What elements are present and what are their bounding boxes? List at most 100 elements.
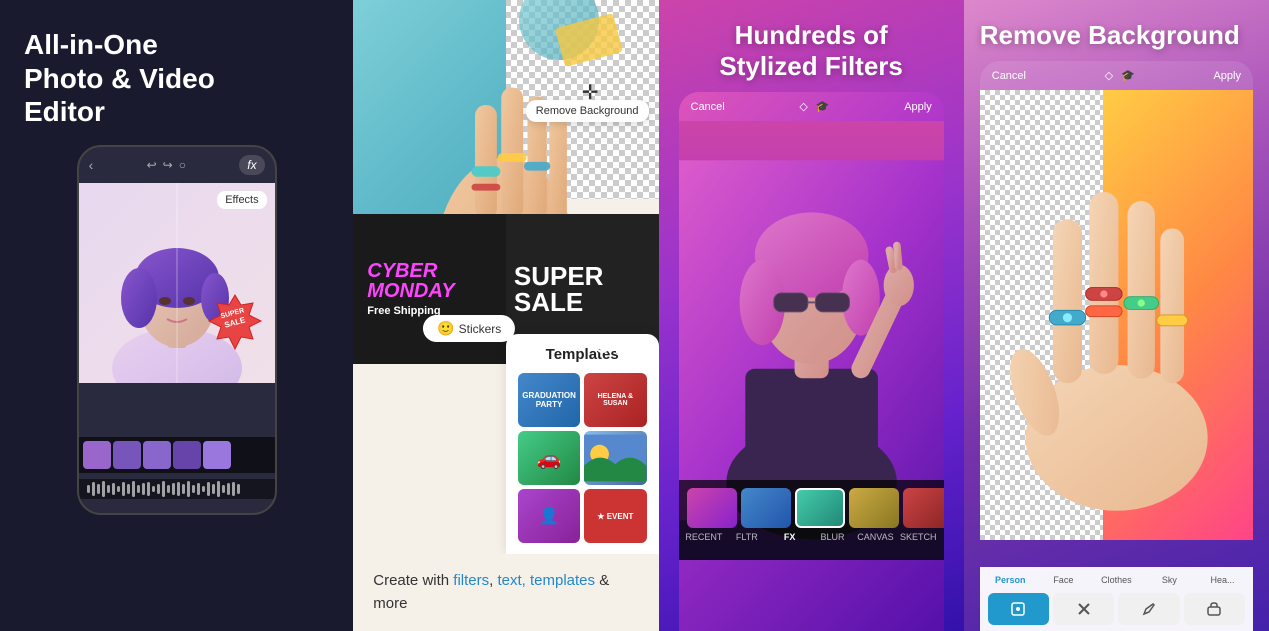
panel-4-title: Remove Background — [964, 0, 1269, 61]
filter-strip: RECENT FLTR FX BLUR CANVAS SKETCH — [679, 480, 944, 560]
wave-bar — [217, 481, 220, 497]
diamond-icon: ◇ — [799, 100, 807, 113]
phone-screen-3: Cancel ◇ 🎓 Apply — [679, 92, 944, 631]
filter-tab-sketch[interactable]: SKETCH — [897, 532, 940, 542]
hand-with-rings — [980, 90, 1253, 540]
fx-button[interactable]: fx — [239, 155, 264, 175]
template-thumb-red: ★ EVENT — [584, 489, 646, 543]
filter-thumb-4[interactable] — [849, 488, 899, 528]
template-thumb-graduation: GRADUATIONPARTY — [518, 373, 580, 427]
info-icon: ○ — [179, 158, 186, 172]
draw-tool-button[interactable] — [1118, 593, 1179, 625]
template-thumb-car: 🚗 — [518, 431, 580, 485]
template-thumb-portrait: 👤 — [518, 489, 580, 543]
effects-badge: Effects — [217, 191, 266, 209]
cancel-button-3[interactable]: Cancel — [691, 101, 725, 113]
phone-4-top-bar: Cancel ◇ 🎓 Apply — [980, 61, 1253, 90]
wave-bar — [237, 484, 240, 494]
phone-4-toolbar-icons: ◇ 🎓 — [1105, 69, 1135, 82]
cyber-monday-text: CYBER — [367, 261, 492, 281]
wave-bar — [142, 483, 145, 495]
timeline-thumb — [173, 441, 201, 469]
select-tool-button[interactable] — [988, 593, 1049, 625]
filter-tab-blur[interactable]: BLUR — [811, 532, 854, 542]
filter-tab-fltr[interactable]: FLTR — [725, 532, 768, 542]
wave-bar — [147, 482, 150, 496]
phone-top-bar-1: ‹ ↩ ↪ ○ fx — [79, 147, 275, 183]
waveform-strip — [79, 479, 275, 499]
diamond-icon-4: ◇ — [1105, 69, 1113, 82]
wave-bar — [87, 485, 90, 493]
wave-bar — [97, 484, 100, 494]
panel-2-description-area: Create with filters, text, templates & m… — [353, 554, 658, 631]
tab-head[interactable]: Hea... — [1196, 573, 1249, 587]
super-text: SUPER — [514, 263, 651, 289]
graduation-icon: 🎓 — [816, 100, 830, 113]
cancel-button-4[interactable]: Cancel — [992, 70, 1026, 82]
filter-thumb-5[interactable] — [903, 488, 944, 528]
sale-text: SALE — [514, 289, 651, 315]
phone-3-top-bar: Cancel ◇ 🎓 Apply — [679, 92, 944, 121]
templates-panel: Templates GRADUATIONPARTY HELENA & SUSAN… — [506, 334, 659, 554]
wave-bar — [152, 486, 155, 492]
wave-bar — [172, 483, 175, 495]
panel-3-title: Hundreds of Stylized Filters — [659, 0, 964, 92]
apply-button-4[interactable]: Apply — [1213, 70, 1241, 82]
panel-1-title: All-in-One Photo & Video Editor — [24, 28, 329, 129]
template-thumb-landscape — [584, 431, 646, 485]
wave-bar — [222, 485, 225, 493]
timeline-thumb — [203, 441, 231, 469]
wave-bar — [112, 483, 115, 495]
shop-text: SHOP — [597, 340, 642, 358]
bottom-tools-panel: Person Face Clothes Sky Hea... — [980, 567, 1253, 631]
undo-icon: ↩ — [147, 158, 157, 172]
wave-bar — [197, 483, 200, 495]
panel-2-description: Create with filters, text, templates & m… — [373, 570, 638, 615]
wave-bar — [157, 484, 160, 494]
filter-thumb-1[interactable] — [687, 488, 737, 528]
toolbar-icons: ↩ ↪ ○ — [147, 158, 186, 172]
wave-bar — [192, 485, 195, 493]
templates-grid: GRADUATIONPARTY HELENA & SUSAN 🚗 👤 — [518, 373, 647, 543]
panel-3: Hundreds of Stylized Filters Cancel ◇ 🎓 … — [659, 0, 964, 631]
filter-tab-canvas[interactable]: CANVAS — [854, 532, 897, 542]
stickers-badge: 🙂 Stickers — [423, 315, 515, 342]
filter-thumb-2[interactable] — [741, 488, 791, 528]
wave-bar — [102, 481, 105, 497]
wave-bar — [227, 483, 230, 495]
timeline-strip — [79, 437, 275, 473]
person-with-filter: RECENT FLTR FX BLUR CANVAS SKETCH — [679, 121, 944, 560]
sale-sticker: SUPER SALE — [205, 293, 265, 353]
wave-bar — [117, 486, 120, 492]
tab-clothes[interactable]: Clothes — [1090, 573, 1143, 587]
wave-bar — [107, 485, 110, 493]
wave-bar — [187, 481, 190, 497]
remove-tool-button[interactable] — [1053, 593, 1114, 625]
wave-bar — [122, 482, 125, 496]
erase-tool-button[interactable] — [1184, 593, 1245, 625]
apply-button-3[interactable]: Apply — [904, 101, 932, 113]
tab-face[interactable]: Face — [1037, 573, 1090, 587]
phone-mockup-1: ‹ ↩ ↪ ○ fx — [77, 145, 277, 515]
wave-bar — [132, 481, 135, 497]
filter-tab-fx[interactable]: FX — [768, 532, 811, 542]
waveform-visual — [79, 479, 275, 499]
tab-sky[interactable]: Sky — [1143, 573, 1196, 587]
wave-bar — [127, 484, 130, 494]
wave-bar — [202, 486, 205, 492]
filter-thumb-3-active[interactable] — [795, 488, 845, 528]
wave-bar — [162, 481, 165, 497]
tools-action-icons — [980, 589, 1253, 631]
filter-tab-recent[interactable]: RECENT — [683, 532, 726, 542]
template-thumb-wedding: HELENA & SUSAN — [584, 373, 646, 427]
filter-thumbnails — [679, 480, 944, 532]
filters-link: filters — [453, 572, 489, 589]
tab-person[interactable]: Person — [984, 573, 1037, 587]
wave-bar — [92, 482, 95, 496]
timeline-thumb — [143, 441, 171, 469]
phone-3-toolbar-icons: ◇ 🎓 — [799, 100, 829, 113]
wave-bar — [207, 482, 210, 496]
timeline-thumb — [83, 441, 111, 469]
filter-tab-labels: RECENT FLTR FX BLUR CANVAS SKETCH — [679, 532, 944, 542]
redo-icon: ↪ — [163, 158, 173, 172]
